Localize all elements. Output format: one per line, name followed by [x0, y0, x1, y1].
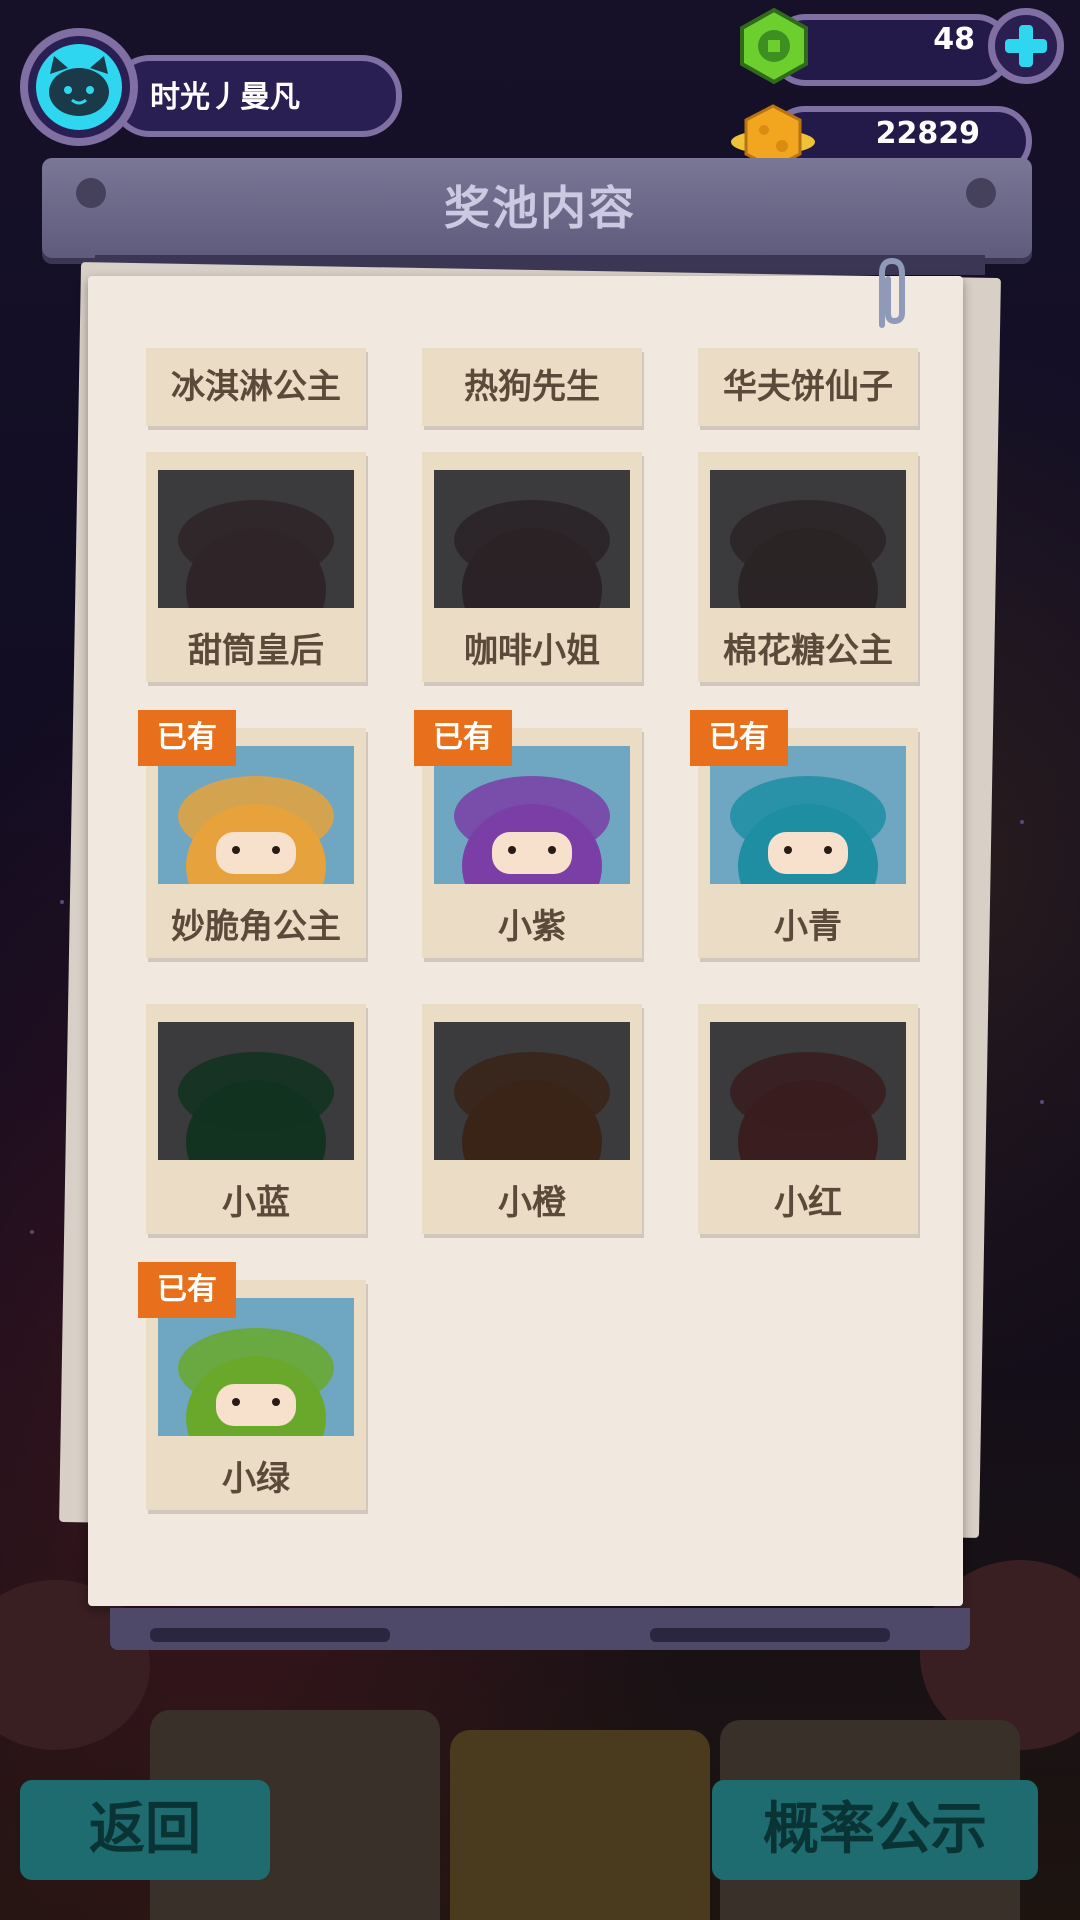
- prize-card[interactable]: 小绿 已有: [138, 1262, 366, 1510]
- chip-count: 48: [933, 22, 975, 57]
- character-portrait: [710, 1022, 906, 1160]
- prize-card-name[interactable]: 华夫饼仙子: [698, 348, 918, 426]
- prize-card-label: 咖啡小姐: [464, 631, 600, 671]
- character-portrait: [434, 470, 630, 608]
- prize-card-label: 小红: [774, 1183, 842, 1223]
- character-portrait: [158, 1022, 354, 1160]
- character-portrait: [434, 1022, 630, 1160]
- prize-card[interactable]: 小青 已有: [690, 710, 918, 958]
- character-portrait: [158, 746, 354, 884]
- character-portrait: [434, 746, 630, 884]
- prize-card[interactable]: 棉花糖公主: [698, 452, 918, 682]
- green-chip-coin-icon: [734, 6, 814, 86]
- prize-card[interactable]: 咖啡小姐: [422, 452, 642, 682]
- coin-count: 22829: [875, 116, 980, 151]
- prize-card-label: 棉花糖公主: [723, 631, 893, 671]
- prize-card[interactable]: 小橙: [422, 1004, 642, 1234]
- plus-icon: [1005, 25, 1047, 67]
- character-portrait: [710, 746, 906, 884]
- cat-face-icon[interactable]: [36, 44, 122, 130]
- owned-badge: 已有: [414, 710, 512, 766]
- prize-card[interactable]: 甜筒皇后: [146, 452, 366, 682]
- character-portrait: [710, 470, 906, 608]
- prize-card-label: 小蓝: [222, 1183, 290, 1223]
- cake-decoration: [450, 1730, 710, 1920]
- prize-card[interactable]: 小紫 已有: [414, 710, 642, 958]
- back-button[interactable]: 返回: [20, 1780, 270, 1880]
- owned-badge: 已有: [138, 710, 236, 766]
- prize-card-name[interactable]: 热狗先生: [422, 348, 642, 426]
- prize-card-label: 小橙: [498, 1183, 566, 1223]
- character-portrait: [158, 470, 354, 608]
- panel-title: 奖池内容: [444, 181, 636, 235]
- prize-card-label: 小绿: [222, 1459, 290, 1499]
- prize-card-label: 小青: [774, 907, 842, 947]
- add-currency-button[interactable]: [988, 8, 1064, 84]
- prize-card[interactable]: 小蓝: [146, 1004, 366, 1234]
- player-name: 时光丿曼凡: [150, 80, 300, 115]
- owned-badge: 已有: [690, 710, 788, 766]
- panel-bottom-plate: [110, 1608, 970, 1650]
- prize-card-label: 甜筒皇后: [188, 631, 324, 671]
- paperclip-icon: [879, 257, 905, 328]
- owned-badge: 已有: [138, 1262, 236, 1318]
- probability-button[interactable]: 概率公示: [712, 1780, 1038, 1880]
- prize-card-name[interactable]: 冰淇淋公主: [146, 348, 366, 426]
- prize-card-label: 小紫: [498, 907, 566, 947]
- prize-card[interactable]: 小红: [698, 1004, 918, 1234]
- prize-card[interactable]: 妙脆角公主 已有: [138, 710, 366, 958]
- character-portrait: [158, 1298, 354, 1436]
- prize-card-label: 妙脆角公主: [171, 907, 341, 947]
